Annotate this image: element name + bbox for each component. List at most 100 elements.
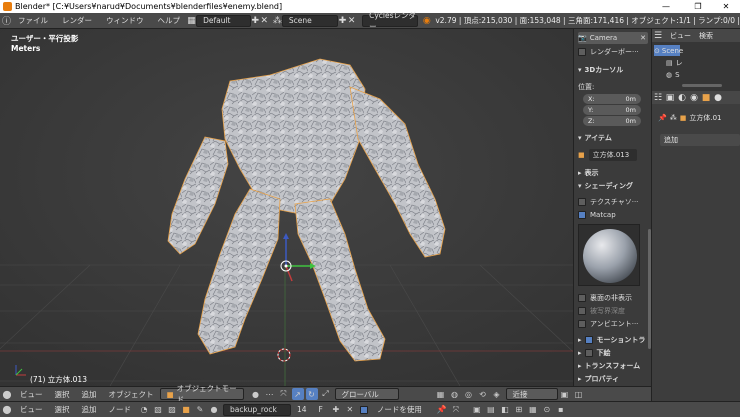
pin-icon[interactable]: 📌 xyxy=(658,114,667,122)
node-tool-icon[interactable]: ▦ xyxy=(527,404,539,416)
properties-editor-icon[interactable]: ☷ xyxy=(652,92,664,104)
translate-manipulator-icon[interactable]: ↗ xyxy=(291,388,304,400)
editor-type-3d-icon[interactable]: ⬤ xyxy=(1,388,13,400)
node-menu-select[interactable]: 選択 xyxy=(49,404,76,415)
brush-icon[interactable]: ✎ xyxy=(194,404,206,416)
node-menu-view[interactable]: ビュー xyxy=(14,404,49,415)
pin-icon[interactable]: 📌 xyxy=(436,404,448,416)
matcap-preview[interactable] xyxy=(578,224,640,286)
item-name-field[interactable]: 立方体.013 xyxy=(588,149,637,161)
backdrop-icon[interactable]: ◧ xyxy=(499,404,511,416)
properties-panel-header[interactable]: ▸ プロパティ xyxy=(578,373,648,385)
menu-render[interactable]: レンダー xyxy=(55,15,99,26)
interaction-mode-select[interactable]: ■ オブジェクトモード xyxy=(159,384,244,404)
menu-help[interactable]: ヘルプ xyxy=(151,15,188,26)
add-screen-icon[interactable]: ✚ xyxy=(251,15,260,27)
object-shader-icon[interactable]: ■ xyxy=(180,404,192,416)
fake-user-toggle[interactable]: F xyxy=(313,405,329,414)
outliner-scene-row[interactable]: ⊙ Scene xyxy=(654,45,683,56)
item-panel-header[interactable]: ▾ アイテム xyxy=(578,132,648,144)
outliner-renderlayer-row[interactable]: ▤ レ xyxy=(666,57,683,68)
node-menu-add[interactable]: 追加 xyxy=(76,404,103,415)
outliner-editor-icon[interactable]: ☰ xyxy=(652,30,664,42)
node-extra-icon[interactable]: ▪ xyxy=(555,404,567,416)
menu-window[interactable]: ウィンドウ xyxy=(99,15,151,26)
scene-tab-icon[interactable]: ◐ xyxy=(676,92,688,104)
cursor-x-field[interactable]: X: 0m xyxy=(583,94,641,104)
background-images-checkbox[interactable] xyxy=(584,349,593,357)
depth-of-field-toggle[interactable]: 被写界深度 xyxy=(578,305,648,317)
textured-solid-toggle[interactable]: テクスチャソ··· xyxy=(578,196,648,208)
motion-tracking-checkbox[interactable] xyxy=(584,336,593,344)
transform-orientations-panel-header[interactable]: ▸ トランスフォーム xyxy=(578,360,648,372)
scene-icon[interactable]: ⁂ xyxy=(273,15,282,27)
cursor-z-field[interactable]: Z: 0m xyxy=(583,116,641,126)
new-material-icon[interactable]: ✚ xyxy=(330,404,342,416)
transform-orientation-select[interactable]: グローバル xyxy=(334,388,399,400)
use-nodes-checkbox[interactable] xyxy=(358,404,370,416)
shading-panel-header[interactable]: ▾ シェーディング xyxy=(578,180,648,192)
menu-select[interactable]: 選択 xyxy=(49,389,76,400)
background-images-panel-header[interactable]: ▸ 下絵 xyxy=(578,347,648,359)
backface-culling-toggle[interactable]: 裏面の非表示 xyxy=(578,292,648,304)
snap-node-icon[interactable]: ⤧ xyxy=(450,404,462,416)
shader-tree-icon[interactable]: ◔ xyxy=(138,404,150,416)
rotate-manipulator-icon[interactable]: ↻ xyxy=(305,388,318,400)
camera-field[interactable]: 📷 Camera ✕ xyxy=(578,32,648,44)
compositor-tree-icon[interactable]: ▧ xyxy=(152,404,164,416)
pivot-point-icon[interactable]: ⋯ xyxy=(264,388,276,400)
outliner-search-menu[interactable]: 検索 xyxy=(697,31,715,41)
backface-culling-checkbox[interactable] xyxy=(578,294,586,302)
view-all-icon[interactable]: ⊞ xyxy=(513,404,525,416)
opengl-render-icon[interactable]: ◫ xyxy=(573,388,585,400)
snap-toggle-icon[interactable]: ⟲ xyxy=(477,388,489,400)
outliner-view-menu[interactable]: ビュー xyxy=(664,31,697,41)
material-name-field[interactable]: backup_rock xyxy=(223,403,291,416)
material-tab-icon[interactable]: ● xyxy=(712,92,724,104)
proportional-edit-icon[interactable]: ◎ xyxy=(463,388,475,400)
paste-nodes-icon[interactable]: ▤ xyxy=(485,404,497,416)
ambient-occlusion-toggle[interactable]: アンビエント··· xyxy=(578,318,648,330)
node-menu-node[interactable]: ノード xyxy=(103,404,138,415)
display-panel-header[interactable]: ▸ 表示 xyxy=(578,167,648,179)
render-border-checkbox[interactable] xyxy=(578,48,586,56)
screen-layout-icon[interactable]: ▦ xyxy=(187,15,196,27)
render-engine-select[interactable]: Cyclesレンダー xyxy=(362,11,419,31)
editor-type-info-icon[interactable]: ⓘ xyxy=(2,15,11,27)
unlink-material-icon[interactable]: ✕ xyxy=(344,404,356,416)
manipulator-icon[interactable]: ⤧ xyxy=(278,388,290,400)
matcap-checkbox[interactable] xyxy=(578,211,586,219)
textured-solid-checkbox[interactable] xyxy=(578,198,586,206)
delete-screen-icon[interactable]: ✕ xyxy=(260,15,269,27)
maximize-button[interactable]: ❐ xyxy=(684,0,712,13)
snap-target-select[interactable]: 近接 xyxy=(505,388,558,400)
scale-manipulator-icon[interactable]: ⤢ xyxy=(320,388,332,400)
depth-of-field-checkbox[interactable] xyxy=(578,307,586,315)
copy-nodes-icon[interactable]: ▣ xyxy=(471,404,483,416)
menu-file[interactable]: ファイル xyxy=(11,15,55,26)
outliner-world-row[interactable]: ◍ S xyxy=(666,69,680,80)
material-user-count[interactable]: 14 xyxy=(291,405,313,414)
clear-camera-icon[interactable]: ✕ xyxy=(640,34,648,42)
ambient-occlusion-checkbox[interactable] xyxy=(578,320,586,328)
world-tab-icon[interactable]: ◉ xyxy=(688,92,700,104)
minimize-button[interactable]: — xyxy=(652,0,680,13)
outliner-scrollbar[interactable] xyxy=(682,84,722,87)
3d-viewport[interactable]: ユーザー・平行投影 Meters (71) 立方体.013 xyxy=(0,29,573,386)
delete-scene-icon[interactable]: ✕ xyxy=(347,15,356,27)
scene-select[interactable]: Scene xyxy=(281,14,339,27)
snap-element-icon[interactable]: ◈ xyxy=(491,388,503,400)
render-tab-icon[interactable]: ▣ xyxy=(664,92,676,104)
menu-object[interactable]: オブジェクト xyxy=(103,389,160,400)
add-modifier-button[interactable]: 追加 xyxy=(660,134,740,146)
add-scene-icon[interactable]: ✚ xyxy=(338,15,347,27)
texture-tree-icon[interactable]: ▨ xyxy=(166,404,178,416)
matcap-toggle[interactable]: Matcap xyxy=(578,209,648,221)
render-border-toggle[interactable]: レンダーボー··· xyxy=(578,46,648,58)
screen-layout-select[interactable]: Default xyxy=(196,14,251,27)
material-browse-icon[interactable]: ● xyxy=(208,404,220,416)
editor-type-node-icon[interactable]: ⬤ xyxy=(1,404,13,416)
motion-tracking-panel-header[interactable]: ▸ モーショントラ xyxy=(578,334,648,346)
node-wrangler-icon[interactable]: ⊙ xyxy=(541,404,553,416)
object-tab-icon[interactable]: ■ xyxy=(700,92,712,104)
